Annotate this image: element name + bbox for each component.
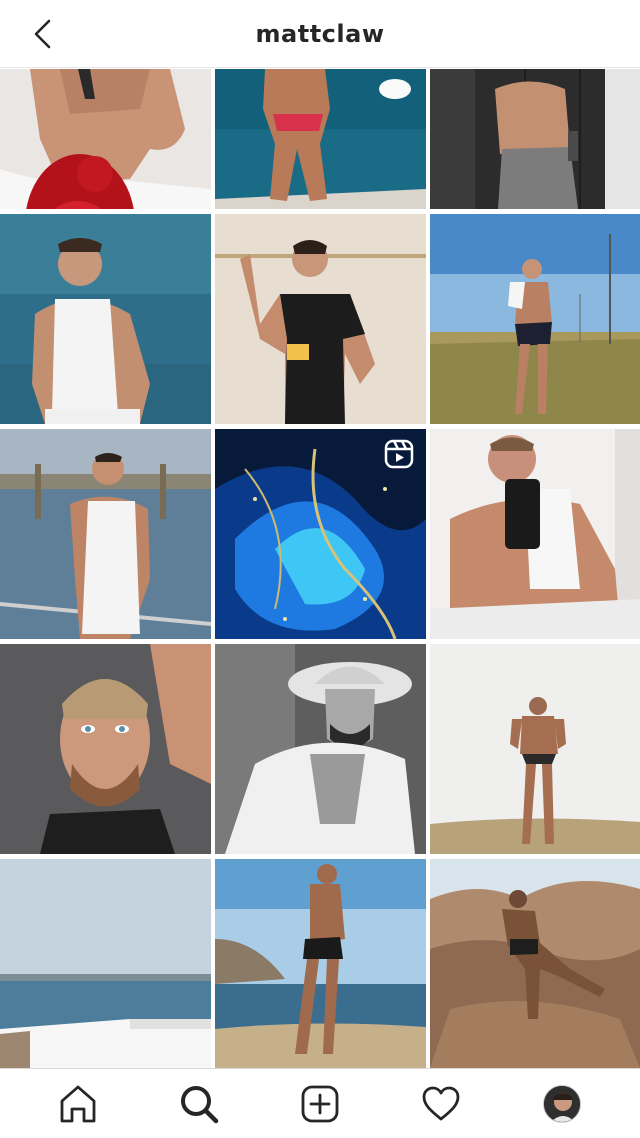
post-tile-14[interactable] [215,859,426,1068]
top-header: mattclaw [0,0,640,68]
post-tile-5[interactable] [215,214,426,424]
post-image [0,429,211,639]
post-tile-11[interactable] [215,644,426,854]
post-tile-7[interactable] [0,429,211,639]
back-button[interactable] [22,14,62,54]
bottom-navigation [0,1068,640,1138]
heart-icon [422,1086,460,1120]
post-tile-9[interactable] [430,429,640,639]
post-image [0,69,211,209]
add-post-icon [301,1085,339,1122]
app-screen: mattclaw [0,0,640,1138]
post-image [0,214,211,424]
nav-profile[interactable] [536,1078,588,1130]
nav-search[interactable] [173,1078,225,1130]
post-image [215,214,426,424]
post-tile-8[interactable] [215,429,426,639]
post-image [430,644,640,854]
post-tile-2[interactable] [215,69,426,209]
post-image [0,644,211,854]
post-image [430,859,640,1068]
profile-avatar-icon [542,1084,581,1123]
post-image [430,214,640,424]
home-icon [60,1085,96,1122]
reels-icon [384,439,414,469]
post-image [430,429,640,639]
post-image [0,859,211,1068]
post-tile-15[interactable] [430,859,640,1068]
search-icon [181,1085,219,1123]
nav-activity[interactable] [415,1078,467,1130]
chevron-left-icon [34,19,51,49]
post-tile-6[interactable] [430,214,640,424]
post-tile-13[interactable] [0,859,211,1068]
post-tile-12[interactable] [430,644,640,854]
post-image [430,69,640,209]
post-tile-10[interactable] [0,644,211,854]
post-tile-4[interactable] [0,214,211,424]
nav-new-post[interactable] [294,1078,346,1130]
page-title: mattclaw [255,19,385,48]
post-image [215,859,426,1068]
post-image [215,644,426,854]
posts-grid [0,69,640,1068]
post-tile-1[interactable] [0,69,211,209]
nav-home[interactable] [52,1078,104,1130]
post-image [215,69,426,209]
post-tile-3[interactable] [430,69,640,209]
